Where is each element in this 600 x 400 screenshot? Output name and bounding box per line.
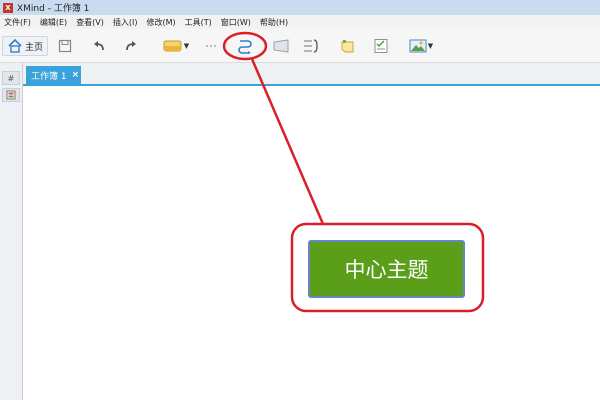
home-button[interactable]: 主页 bbox=[2, 36, 48, 56]
central-topic-label: 中心主题 bbox=[344, 258, 429, 282]
menu-modify[interactable]: 修改(M) bbox=[146, 17, 175, 28]
toolbar: 主页 ▼ ▼ bbox=[0, 29, 600, 63]
topic-icon bbox=[163, 40, 182, 52]
close-icon[interactable]: × bbox=[72, 70, 80, 80]
task-icon bbox=[374, 39, 388, 53]
insert-topic-button[interactable]: ▼ bbox=[158, 36, 194, 56]
insert-image-button[interactable]: ▼ bbox=[403, 36, 439, 56]
save-icon bbox=[58, 39, 72, 53]
task-button[interactable] bbox=[370, 36, 392, 56]
menu-help[interactable]: 帮助(H) bbox=[260, 17, 288, 28]
relationship-icon bbox=[238, 40, 252, 54]
save-button[interactable] bbox=[56, 36, 74, 56]
central-topic[interactable]: 中心主题 bbox=[308, 240, 465, 298]
undo-icon bbox=[94, 41, 104, 51]
xmind-logo-icon: X bbox=[3, 2, 13, 13]
title-bar: X XMind - 工作簿 1 bbox=[0, 0, 600, 15]
chevron-down-icon[interactable]: ▼ bbox=[184, 42, 189, 50]
note-icon bbox=[341, 40, 354, 53]
boundary-icon bbox=[273, 39, 289, 53]
tab-label: 工作簿 1 bbox=[31, 71, 67, 82]
menu-file[interactable]: 文件(F) bbox=[4, 17, 31, 28]
side-panel: # bbox=[0, 63, 23, 400]
menu-bar: 文件(F) 编辑(E) 查看(V) 插入(I) 修改(M) 工具(T) 窗口(W… bbox=[0, 15, 600, 29]
hash-icon: # bbox=[7, 73, 15, 83]
menu-view[interactable]: 查看(V) bbox=[76, 17, 104, 28]
menu-window[interactable]: 窗口(W) bbox=[221, 17, 251, 28]
tab-strip: 工作簿 1 × bbox=[23, 63, 600, 84]
menu-tools[interactable]: 工具(T) bbox=[185, 17, 212, 28]
image-chevron-down-icon[interactable]: ▼ bbox=[428, 42, 433, 50]
redo-icon bbox=[126, 41, 136, 51]
relationship-button[interactable] bbox=[234, 36, 256, 56]
more-button[interactable] bbox=[203, 36, 219, 56]
summary-icon bbox=[304, 39, 318, 53]
tab-workbook-1[interactable]: 工作簿 1 × bbox=[26, 66, 81, 84]
boundary-button[interactable] bbox=[270, 36, 292, 56]
home-label: 主页 bbox=[24, 42, 43, 53]
note-button[interactable] bbox=[337, 36, 359, 56]
redo-button[interactable] bbox=[122, 36, 140, 56]
home-icon bbox=[8, 38, 22, 53]
image-icon bbox=[409, 39, 427, 53]
window-title: XMind - 工作簿 1 bbox=[17, 4, 90, 14]
overview-icon bbox=[6, 90, 16, 100]
menu-edit[interactable]: 编辑(E) bbox=[40, 17, 67, 28]
summary-button[interactable] bbox=[300, 36, 322, 56]
more-icon bbox=[206, 45, 216, 47]
side-tab-overview[interactable] bbox=[2, 88, 20, 102]
side-tab-outline[interactable]: # bbox=[2, 71, 20, 85]
undo-button[interactable] bbox=[90, 36, 108, 56]
menu-insert[interactable]: 插入(I) bbox=[113, 17, 138, 28]
